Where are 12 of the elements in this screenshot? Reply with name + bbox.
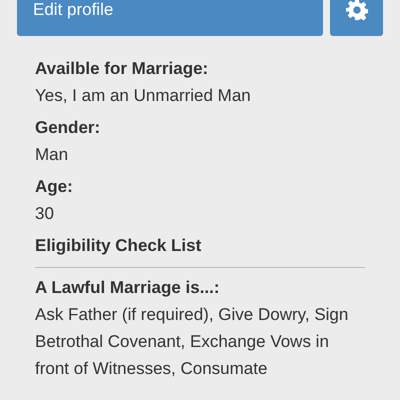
field-label: Gender:	[35, 117, 102, 139]
field-value: Man	[35, 144, 70, 166]
field-label: Availble for Marriage:	[35, 58, 210, 80]
settings-button[interactable]	[330, 0, 383, 36]
field-label: Age:	[35, 176, 74, 198]
field-value: Ask Father (if required), Give Dowry, Sign Betrothal Covenant, Exchange Vows in front of Witnesses, Consumate	[35, 304, 350, 380]
settings-icon	[346, 0, 368, 21]
edit-profile-button[interactable]: Edit profile	[17, 0, 323, 36]
field-label: A Lawful Marriage is...:	[35, 277, 221, 299]
field-value: Yes, I am an Unmarried Man	[35, 85, 252, 107]
field-value: 30	[35, 203, 55, 225]
section-heading: Eligibility Check List	[35, 235, 202, 257]
